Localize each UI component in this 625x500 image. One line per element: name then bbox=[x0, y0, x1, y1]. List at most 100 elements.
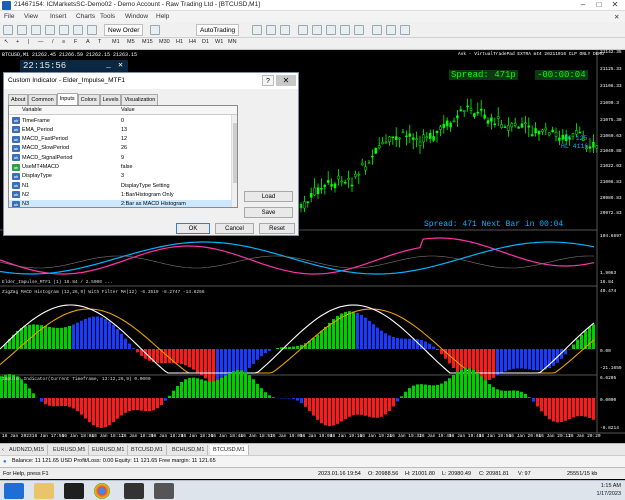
terminal-icon[interactable] bbox=[73, 25, 83, 35]
periods-icon[interactable] bbox=[386, 25, 396, 35]
chart-tab-active[interactable]: BTCUSD,M1 bbox=[210, 445, 249, 455]
input-value[interactable]: 1:Bar/Histogram Only bbox=[121, 192, 174, 198]
input-row[interactable]: ab UseMT4MACD false bbox=[9, 163, 231, 173]
profiles-icon[interactable] bbox=[17, 25, 27, 35]
menu-help[interactable]: Help bbox=[156, 13, 169, 20]
maximize-button[interactable]: □ bbox=[591, 0, 607, 10]
horizontal-line-icon[interactable]: — bbox=[38, 39, 44, 45]
input-row[interactable]: ab MACD_SignalPeriod 9 bbox=[9, 153, 231, 163]
chart-tab[interactable]: EURUSD,M1 bbox=[89, 445, 129, 455]
zoom-out-icon[interactable] bbox=[312, 25, 322, 35]
autoscroll-icon[interactable] bbox=[354, 25, 364, 35]
text-icon[interactable]: A bbox=[86, 39, 90, 45]
input-value[interactable]: 0 bbox=[121, 118, 124, 124]
metaeditor-icon[interactable] bbox=[150, 25, 160, 35]
tf-m5[interactable]: M5 bbox=[127, 39, 135, 45]
ok-button[interactable]: OK bbox=[176, 223, 210, 234]
tf-d1[interactable]: D1 bbox=[202, 39, 209, 45]
data-window-icon[interactable] bbox=[45, 25, 55, 35]
tf-h4[interactable]: H4 bbox=[189, 39, 196, 45]
tf-m15[interactable]: M15 bbox=[142, 39, 153, 45]
input-row[interactable]: ab DisplayType 3 bbox=[9, 172, 231, 182]
menu-view[interactable]: View bbox=[24, 13, 38, 20]
file-explorer-icon[interactable] bbox=[34, 483, 54, 499]
indicators-icon[interactable] bbox=[372, 25, 382, 35]
input-value[interactable]: 9 bbox=[121, 155, 124, 161]
new-chart-icon[interactable] bbox=[3, 25, 13, 35]
line-chart-icon[interactable] bbox=[280, 25, 290, 35]
chart-tab[interactable]: BTCUSD,M1 bbox=[128, 445, 167, 455]
save-button[interactable]: Save bbox=[244, 207, 293, 218]
input-row[interactable]: ab MACD_SlowPeriod 26 bbox=[9, 144, 231, 154]
load-button[interactable]: Load bbox=[244, 191, 293, 202]
input-row[interactable]: ab EMA_Period 13 bbox=[9, 125, 231, 135]
app-icon-grey[interactable] bbox=[154, 483, 174, 499]
scrollbar-thumb[interactable] bbox=[233, 123, 237, 183]
input-value[interactable]: 3 bbox=[121, 173, 124, 179]
start-icon[interactable] bbox=[4, 483, 24, 499]
tile-windows-icon[interactable] bbox=[326, 25, 336, 35]
metatrader-icon[interactable] bbox=[64, 483, 84, 499]
input-row[interactable]: ab N1 DisplayType Setting bbox=[9, 181, 231, 191]
tab-common[interactable]: Common bbox=[28, 94, 57, 105]
menu-close-icon[interactable]: ✕ bbox=[614, 13, 619, 21]
inputs-scrollbar[interactable] bbox=[231, 115, 237, 207]
minimize-button[interactable]: – bbox=[575, 0, 591, 10]
new-order-button[interactable]: New Order bbox=[104, 24, 144, 36]
channel-icon[interactable]: ≡ bbox=[62, 39, 65, 45]
cursor-icon[interactable]: ↖ bbox=[4, 39, 9, 45]
input-value[interactable]: 12 bbox=[121, 136, 127, 142]
chart-tab[interactable]: EURUSD,M5 bbox=[50, 445, 90, 455]
dialog-close-button[interactable]: ✕ bbox=[276, 75, 296, 86]
chart-tab[interactable]: BCHUSD,M1 bbox=[169, 445, 209, 455]
vertical-line-icon[interactable]: | bbox=[28, 39, 29, 45]
input-value[interactable]: 13 bbox=[121, 127, 127, 133]
menu-charts[interactable]: Charts bbox=[76, 13, 95, 20]
candlestick-icon[interactable] bbox=[266, 25, 276, 35]
strategy-tester-icon[interactable] bbox=[87, 25, 97, 35]
menu-insert[interactable]: Insert bbox=[50, 13, 66, 20]
trendline-icon[interactable]: / bbox=[52, 39, 54, 45]
tab-colors[interactable]: Colors bbox=[77, 94, 100, 105]
input-value[interactable]: false bbox=[121, 164, 133, 170]
input-value[interactable]: DisplayType Setting bbox=[121, 183, 170, 189]
input-value[interactable]: 26 bbox=[121, 145, 127, 151]
input-row[interactable]: ab N2 1:Bar/Histogram Only bbox=[9, 190, 231, 200]
input-value[interactable]: 2:Bar as MACD Histogram bbox=[121, 201, 186, 207]
crosshair-icon[interactable]: + bbox=[16, 39, 19, 45]
menu-window[interactable]: Window bbox=[125, 13, 148, 20]
label-icon[interactable]: T bbox=[98, 39, 101, 45]
fibonacci-icon[interactable]: F bbox=[74, 39, 77, 45]
system-clock[interactable]: 1:15 AM 1/17/2023 bbox=[597, 482, 621, 498]
tab-inputs[interactable]: Inputs bbox=[56, 93, 78, 105]
clock-close-button[interactable]: ✕ bbox=[116, 61, 125, 70]
tf-w1[interactable]: W1 bbox=[215, 39, 223, 45]
navigator-icon[interactable] bbox=[59, 25, 69, 35]
chart-shift-icon[interactable] bbox=[340, 25, 350, 35]
tab-about[interactable]: About bbox=[8, 94, 29, 105]
tab-visualization[interactable]: Visualization bbox=[121, 94, 159, 105]
templates-icon[interactable] bbox=[400, 25, 410, 35]
input-row[interactable]: ab MACD_FastPeriod 12 bbox=[9, 135, 231, 145]
tab-levels[interactable]: Levels bbox=[99, 94, 122, 105]
dialog-help-button[interactable]: ? bbox=[262, 75, 274, 86]
clock-minimize-button[interactable]: _ bbox=[104, 61, 113, 70]
reset-button[interactable]: Reset bbox=[259, 223, 295, 234]
cancel-button[interactable]: Cancel bbox=[215, 223, 254, 234]
menu-tools[interactable]: Tools bbox=[100, 13, 115, 20]
market-watch-icon[interactable] bbox=[31, 25, 41, 35]
input-row[interactable]: ab N3 2:Bar as MACD Histogram bbox=[9, 199, 231, 207]
zoom-in-icon[interactable] bbox=[298, 25, 308, 35]
tf-m30[interactable]: M30 bbox=[159, 39, 170, 45]
close-window-button[interactable]: ✕ bbox=[607, 0, 623, 10]
chrome-icon[interactable] bbox=[94, 483, 110, 499]
input-row[interactable]: ab TimeFrame 0 bbox=[9, 116, 231, 126]
chart-tab[interactable]: AUDNZD,M15 bbox=[6, 445, 49, 455]
tf-m1[interactable]: M1 bbox=[112, 39, 120, 45]
app-icon-dark[interactable] bbox=[124, 483, 144, 499]
tf-h1[interactable]: H1 bbox=[176, 39, 183, 45]
tabs-scroll-left-icon[interactable]: ‹ bbox=[2, 445, 4, 455]
menu-file[interactable]: File bbox=[4, 13, 14, 20]
bar-chart-icon[interactable] bbox=[252, 25, 262, 35]
tf-mn[interactable]: MN bbox=[228, 39, 237, 45]
